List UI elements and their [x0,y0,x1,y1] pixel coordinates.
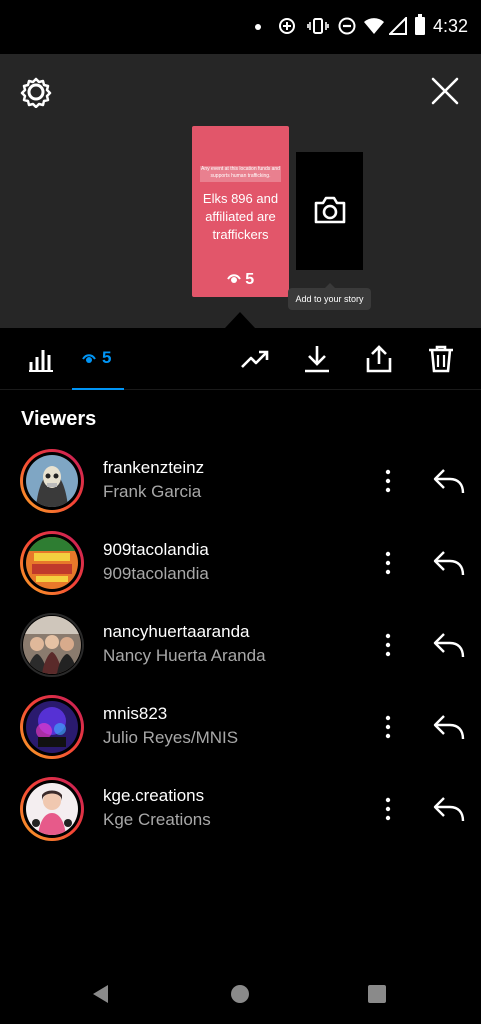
viewer-full-name: Kge Creations [103,810,211,829]
avatar[interactable] [20,449,84,513]
more-options-icon[interactable] [380,796,396,822]
viewer-row[interactable]: frankenzteinz Frank Garcia [0,448,481,530]
avatar[interactable] [20,531,84,595]
tab-viewers[interactable]: 5 [72,328,124,390]
avatar-image-skull [26,455,78,507]
promote-trend-icon[interactable] [240,344,270,374]
story-view-count-value: 5 [245,271,255,288]
story-view-count: 5 [192,271,289,289]
cellular-signal-icon [389,17,407,35]
reply-arrow-icon[interactable] [432,466,466,496]
selected-story-pointer [225,312,255,328]
home-circle-icon[interactable] [229,983,251,1005]
wifi-icon [364,18,384,34]
avatar-image-group-photo [23,616,81,674]
reply-arrow-icon[interactable] [432,712,466,742]
viewer-row[interactable]: mnis823 Julio Reyes/MNIS [0,694,481,776]
avatar[interactable] [20,613,84,677]
viewer-row[interactable]: 909tacolandia 909tacolandia [0,530,481,612]
story-toolbar: 5 [0,328,481,390]
trash-icon[interactable] [426,344,456,374]
avatar[interactable] [20,695,84,759]
avatar-image-party-lights [26,701,78,753]
recents-square-icon[interactable] [366,983,388,1005]
story-thumbnail[interactable]: Any event at this location funds and sup… [192,126,289,297]
story-preview-area: Any event at this location funds and sup… [0,54,481,328]
viewer-full-name: Julio Reyes/MNIS [103,728,239,747]
viewer-row[interactable]: nancyhuertaaranda Nancy Huerta Aranda [0,612,481,694]
battery-icon [415,14,425,35]
gear-icon[interactable] [20,76,52,108]
viewer-full-name: 909tacolandia [103,564,209,583]
vibrate-icon [307,18,329,34]
more-options-icon[interactable] [380,468,396,494]
avatar-image-illustration [26,783,78,835]
close-icon[interactable] [430,76,460,106]
reply-arrow-icon[interactable] [432,630,466,660]
viewer-username[interactable]: 909tacolandia [103,540,209,560]
camera-icon [314,196,346,224]
viewer-full-name: Nancy Huerta Aranda [103,646,266,665]
avatar-image-taco-logo [26,537,78,589]
download-icon[interactable] [302,344,332,374]
story-headline: Elks 896 and affiliated are traffickers [202,191,279,242]
clock: 4:32 [432,16,468,36]
notification-dot-icon [255,24,261,30]
viewer-username[interactable]: nancyhuertaaranda [103,622,250,642]
viewer-full-name: Frank Garcia [103,482,202,501]
more-options-icon[interactable] [380,714,396,740]
system-navigation-bar [0,964,481,1024]
viewer-username[interactable]: frankenzteinz [103,458,204,478]
eye-icon [82,354,96,363]
viewers-count: 5 [102,348,112,367]
more-options-icon[interactable] [380,550,396,576]
add-to-story-card[interactable] [296,152,363,270]
viewer-row[interactable]: kge.creations Kge Creations [0,776,481,858]
more-options-icon[interactable] [380,632,396,658]
reply-arrow-icon[interactable] [432,548,466,578]
viewer-username[interactable]: kge.creations [103,786,204,806]
do-not-disturb-icon [338,17,356,35]
data-saver-icon [279,18,295,34]
status-bar: 4:32 [0,0,481,54]
eye-icon [226,274,241,283]
story-caption: Any event at this location funds and sup… [201,166,280,179]
add-to-story-tooltip: Add to your story [288,283,371,310]
viewer-username[interactable]: mnis823 [103,704,167,724]
reply-arrow-icon[interactable] [432,794,466,824]
avatar[interactable] [20,777,84,841]
share-icon[interactable] [364,344,394,374]
back-triangle-icon[interactable] [90,983,112,1005]
active-tab-indicator [72,388,124,390]
viewers-heading: Viewers [21,408,97,430]
bar-chart-icon[interactable] [27,344,57,374]
